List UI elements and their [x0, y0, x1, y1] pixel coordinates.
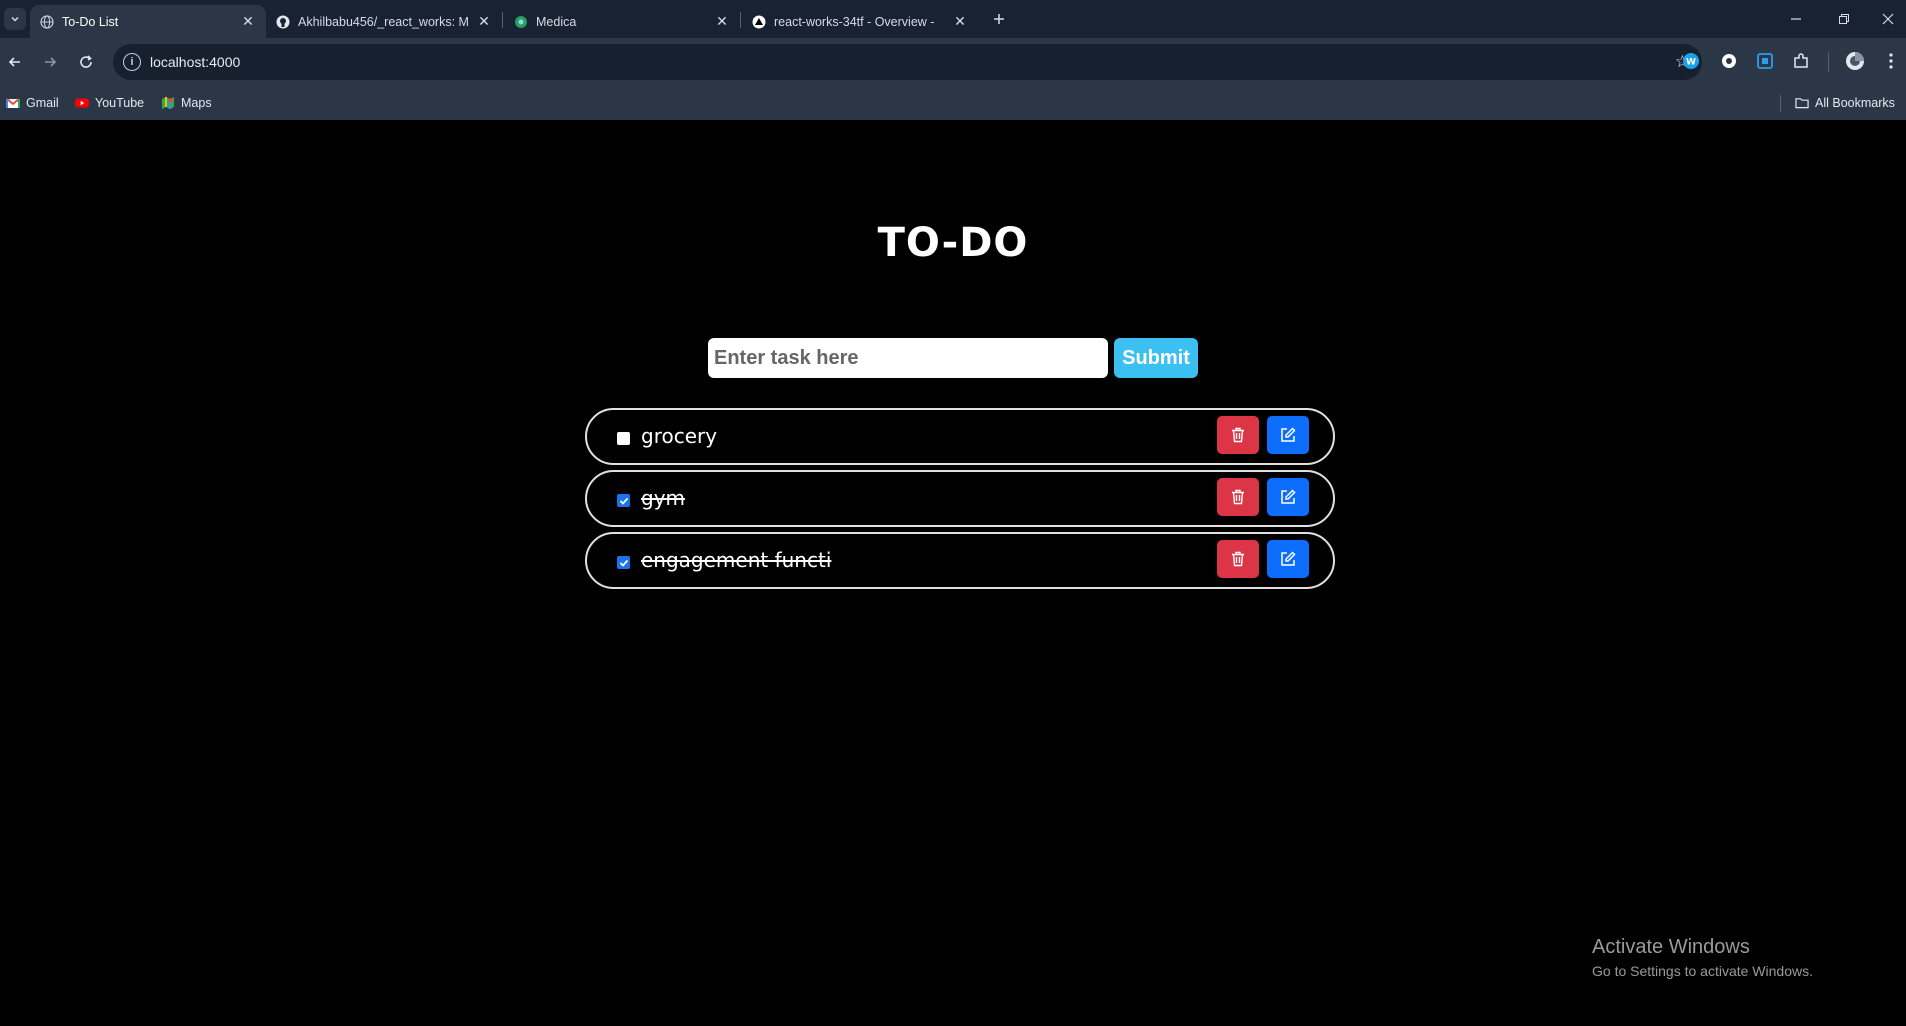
extensions-puzzle-icon[interactable]	[1790, 50, 1812, 72]
bookmark-label: Maps	[181, 96, 212, 110]
edit-button[interactable]	[1267, 416, 1309, 454]
watermark-title: Activate Windows	[1592, 936, 1750, 958]
menu-kebab-icon[interactable]	[1880, 50, 1902, 72]
edit-button[interactable]	[1267, 478, 1309, 516]
tab-title: Medica	[536, 14, 577, 29]
tab-search-button[interactable]	[4, 8, 26, 30]
bookmark-label: Gmail	[26, 96, 59, 110]
back-button[interactable]	[3, 50, 27, 74]
page-content: TO-DO Submit grocery gym	[0, 120, 1906, 1026]
bookmark-gmail[interactable]: Gmail	[6, 94, 59, 112]
bookmarks-divider	[1780, 95, 1781, 112]
edit-button[interactable]	[1267, 540, 1309, 578]
close-icon[interactable]: ✕	[952, 13, 968, 30]
tab-github[interactable]: Akhilbabu456/_react_works: M ✕	[266, 5, 502, 38]
close-icon[interactable]: ✕	[240, 13, 256, 30]
edit-icon	[1281, 551, 1296, 566]
close-icon[interactable]: ✕	[714, 13, 730, 30]
close-icon	[1882, 13, 1894, 25]
watermark-subtitle: Go to Settings to activate Windows.	[1592, 963, 1813, 979]
youtube-icon	[75, 96, 89, 110]
page-title: TO-DO	[877, 220, 1029, 266]
todo-checkbox[interactable]	[617, 494, 630, 507]
globe-icon	[40, 14, 54, 29]
all-bookmarks-label: All Bookmarks	[1815, 96, 1895, 110]
reload-button[interactable]	[74, 50, 98, 74]
address-bar[interactable]: i localhost:4000 ☆	[113, 44, 1702, 80]
trash-icon	[1232, 551, 1244, 567]
todo-item: gym	[585, 470, 1335, 527]
todo-checkbox[interactable]	[617, 432, 630, 445]
reload-icon	[80, 55, 92, 68]
minimize-icon	[1791, 18, 1801, 20]
browser-toolbar: i localhost:4000 ☆ W	[0, 38, 1906, 86]
github-icon	[276, 15, 290, 29]
tab-todo-list[interactable]: To-Do List ✕	[30, 5, 266, 38]
tab-medica[interactable]: Medica ✕	[504, 5, 740, 38]
minimize-button[interactable]	[1780, 6, 1812, 32]
tab-vercel[interactable]: react-works-34tf - Overview - ✕	[742, 5, 978, 38]
svg-text:W: W	[1686, 58, 1696, 68]
gmail-icon	[6, 96, 20, 110]
tab-title: To-Do List	[62, 14, 119, 29]
site-info-icon[interactable]: i	[123, 53, 141, 71]
url-text[interactable]: localhost:4000	[150, 54, 240, 70]
all-bookmarks[interactable]: All Bookmarks	[1795, 94, 1895, 112]
folder-icon	[1795, 96, 1809, 110]
maps-icon	[161, 96, 175, 110]
forward-button[interactable]	[38, 50, 62, 74]
trash-icon	[1232, 489, 1244, 505]
task-input[interactable]	[708, 338, 1108, 378]
todo-checkbox[interactable]	[617, 556, 630, 569]
bookmark-label: YouTube	[95, 96, 145, 110]
restore-icon	[1839, 14, 1849, 24]
arrow-right-icon	[45, 57, 57, 67]
tab-title: Akhilbabu456/_react_works: M	[298, 14, 469, 29]
tab-separator	[740, 12, 741, 28]
extension-screenshot-icon[interactable]	[1754, 50, 1776, 72]
tab-separator	[502, 12, 503, 28]
todo-text: engagement functi	[641, 548, 832, 572]
extension-circle-icon[interactable]	[1718, 50, 1740, 72]
delete-button[interactable]	[1217, 416, 1259, 454]
check-icon	[619, 559, 628, 567]
submit-button[interactable]: Submit	[1114, 338, 1198, 378]
vercel-icon	[752, 15, 766, 29]
check-icon	[619, 497, 628, 505]
restore-button[interactable]	[1828, 6, 1860, 32]
tab-title: react-works-34tf - Overview -	[774, 14, 935, 29]
chevron-down-icon	[11, 16, 19, 22]
new-tab-button[interactable]	[988, 8, 1010, 30]
todo-item: grocery	[585, 408, 1335, 465]
windows-activation-watermark: Activate Windows Go to Settings to activ…	[1592, 936, 1813, 979]
delete-button[interactable]	[1217, 478, 1259, 516]
todo-text: gym	[641, 486, 686, 510]
todo-text: grocery	[641, 424, 718, 448]
close-window-button[interactable]	[1872, 6, 1904, 32]
bookmark-youtube[interactable]: YouTube	[75, 94, 144, 112]
edit-icon	[1281, 427, 1296, 442]
plus-icon	[994, 14, 1004, 24]
arrow-left-icon	[8, 57, 20, 67]
edit-icon	[1281, 489, 1296, 504]
bookmark-maps[interactable]: Maps	[161, 94, 212, 112]
extension-wappalyzer-icon[interactable]: W	[1680, 50, 1702, 72]
profile-avatar-icon[interactable]	[1844, 50, 1866, 72]
todo-item: engagement functi	[585, 532, 1335, 589]
close-icon[interactable]: ✕	[476, 13, 492, 30]
tab-strip: To-Do List ✕ Akhilbabu456/_react_works: …	[0, 0, 1906, 38]
todo-list: grocery gym engagement functi	[585, 408, 1335, 594]
delete-button[interactable]	[1217, 540, 1259, 578]
medica-icon	[514, 15, 528, 29]
toolbar-divider	[1828, 52, 1829, 72]
trash-icon	[1232, 427, 1244, 443]
bookmarks-bar: Gmail YouTube Maps All Bookmarks	[0, 86, 1906, 120]
